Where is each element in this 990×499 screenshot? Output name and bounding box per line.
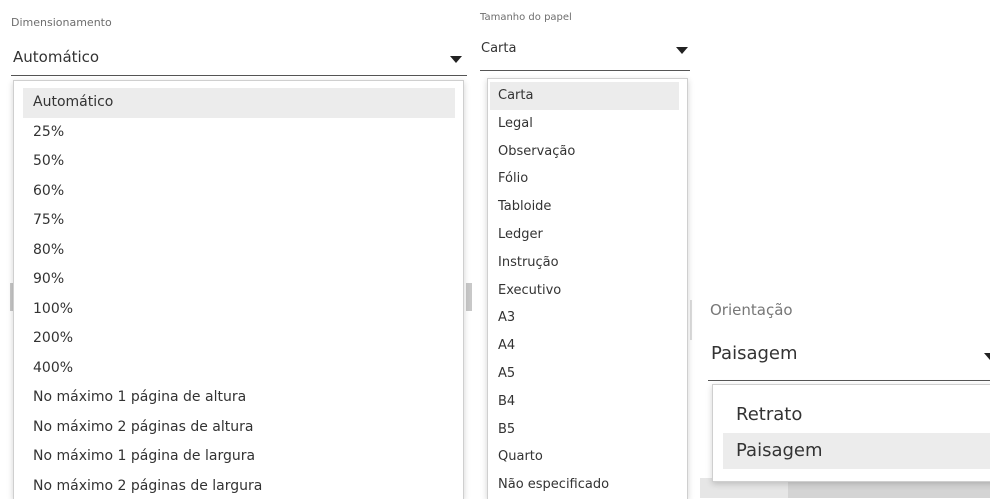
dimensionamento-option[interactable]: 80% — [14, 236, 463, 266]
dimensionamento-option[interactable]: 60% — [14, 177, 463, 207]
dimensionamento-option[interactable]: Automático — [23, 88, 455, 118]
tamanho_papel-option[interactable]: A4 — [488, 332, 687, 360]
tamanho_papel-option[interactable]: Executivo — [488, 277, 687, 305]
dimensionamento-option[interactable]: 200% — [14, 324, 463, 354]
tamanho_papel-option[interactable]: Carta — [490, 82, 679, 110]
scaling-caption: Dimensionamento — [11, 16, 112, 29]
dimensionamento-option[interactable]: 25% — [14, 118, 463, 148]
chevron-down-icon[interactable] — [450, 56, 462, 63]
tamanho_papel-option[interactable]: Legal — [488, 110, 687, 138]
tamanho_papel-option[interactable]: Fólio — [488, 165, 687, 193]
orientacao-option[interactable]: Retrato — [713, 397, 990, 433]
dimensionamento-option[interactable]: 50% — [14, 147, 463, 177]
tamanho_papel-option[interactable]: Ledger — [488, 221, 687, 249]
tamanho_papel-option[interactable]: Quarto — [488, 443, 687, 471]
tamanho_papel-option[interactable]: Tabloide — [488, 193, 687, 221]
background-divider — [466, 283, 472, 311]
scaling-select-underline — [11, 75, 467, 76]
paper-size-select[interactable]: Carta — [481, 41, 516, 56]
dimensionamento-option[interactable]: 75% — [14, 206, 463, 236]
tamanho_papel-option[interactable]: B5 — [488, 416, 687, 444]
dimensionamento-option[interactable]: No máximo 2 páginas de largura — [14, 472, 463, 499]
paper-size-caption: Tamanho do papel — [480, 12, 572, 23]
dimensionamento-option[interactable]: No máximo 1 página de largura — [14, 442, 463, 472]
background-divider — [690, 300, 692, 340]
orientation-select-underline — [708, 380, 990, 381]
scaling-select[interactable]: Automático — [13, 48, 99, 66]
chevron-down-icon[interactable] — [984, 353, 990, 360]
tamanho_papel-option[interactable]: B4 — [488, 388, 687, 416]
dimensionamento-option[interactable]: 400% — [14, 354, 463, 384]
chevron-down-icon[interactable] — [676, 47, 688, 54]
orientation-caption: Orientação — [710, 301, 793, 319]
scaling-dropdown-list: Automático25%50%60%75%80%90%100%200%400%… — [13, 80, 464, 499]
tamanho_papel-option[interactable]: A5 — [488, 360, 687, 388]
dimensionamento-option[interactable]: No máximo 1 página de altura — [14, 383, 463, 413]
paper-size-dropdown-list: CartaLegalObservaçãoFólioTabloideLedgerI… — [487, 78, 688, 499]
tamanho_papel-option[interactable]: Não especificado — [488, 471, 687, 499]
tamanho_papel-option[interactable]: A3 — [488, 304, 687, 332]
tamanho_papel-option[interactable]: Observação — [488, 138, 687, 166]
orientation-select[interactable]: Paisagem — [711, 343, 798, 364]
dimensionamento-option[interactable]: 100% — [14, 295, 463, 325]
dimensionamento-option[interactable]: 90% — [14, 265, 463, 295]
tamanho_papel-option[interactable]: Instrução — [488, 249, 687, 277]
dimensionamento-option[interactable]: No máximo 2 páginas de altura — [14, 413, 463, 443]
orientation-dropdown-list: RetratoPaisagem — [712, 384, 990, 482]
paper-size-select-underline — [480, 70, 690, 71]
orientacao-option[interactable]: Paisagem — [723, 433, 990, 469]
